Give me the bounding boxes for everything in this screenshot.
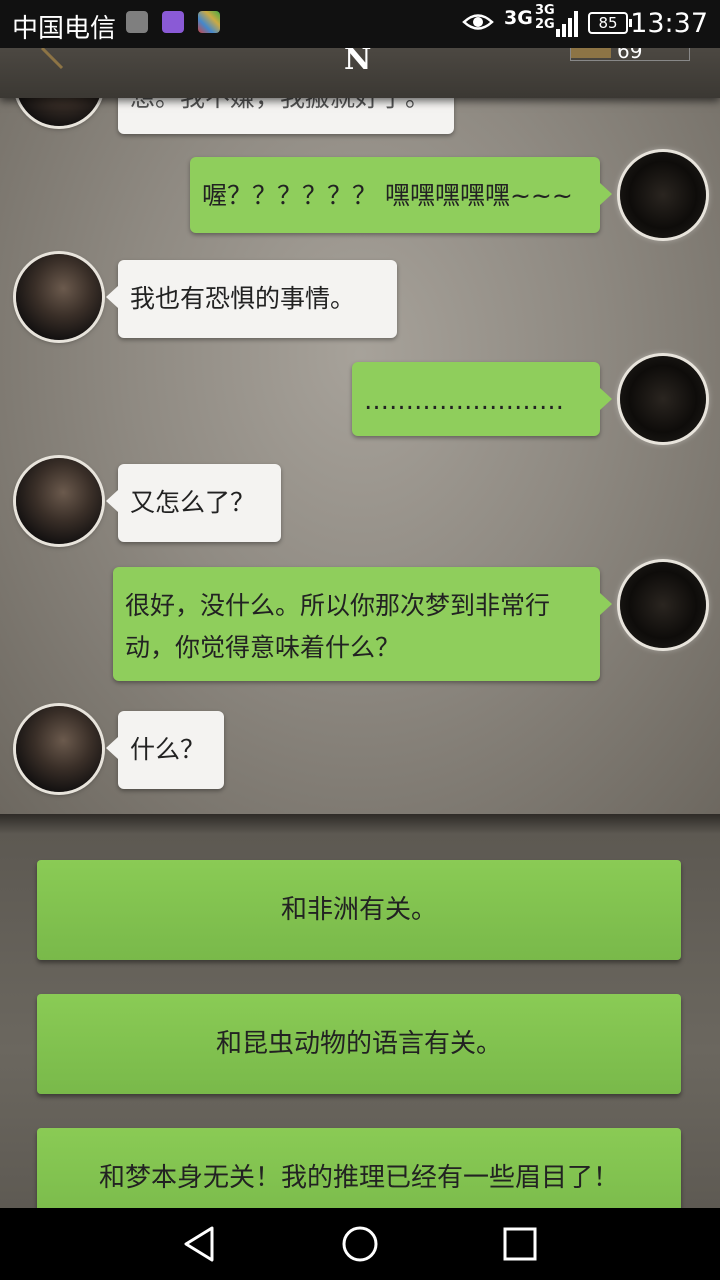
message-bubble: 我也有恐惧的事情。	[106, 260, 397, 338]
message-bubble: 很好，没什么。所以你那次梦到非常行动，你觉得意味着什么？	[113, 567, 612, 681]
carrier-label: 中国电信	[12, 14, 117, 44]
avatar	[620, 562, 706, 648]
chat-area[interactable]: 想。我不嫌，我搬就好了。 喔？？？？？？ 嘿嘿嘿嘿嘿~~~ 我也有恐惧的事情。 …	[0, 48, 720, 814]
avatar	[16, 458, 102, 544]
network-type: 3G	[504, 7, 533, 29]
navigation-bar	[0, 1208, 720, 1280]
reply-option[interactable]: 和昆虫动物的语言有关。	[37, 994, 681, 1094]
reply-option[interactable]: 和非洲有关。	[37, 860, 681, 960]
message-bubble: 喔？？？？？？ 嘿嘿嘿嘿嘿~~~	[190, 157, 612, 233]
message-bubble: ……………………	[352, 362, 612, 436]
battery-icon: 85	[588, 12, 632, 34]
app-notification-icon	[198, 11, 220, 33]
status-bar: 中国电信 3G 3G 2G 85 13:37	[0, 0, 720, 48]
score-bar: 69	[570, 40, 690, 62]
signal-bars-icon	[556, 11, 578, 37]
avatar	[620, 152, 706, 238]
back-icon[interactable]	[40, 48, 70, 70]
reply-options-panel: 和非洲有关。 和昆虫动物的语言有关。 和梦本身无关！我的推理已经有一些眉目了！	[0, 814, 720, 1228]
score-fill	[571, 48, 611, 58]
avatar	[16, 254, 102, 340]
message-bubble: 又怎么了？	[106, 464, 281, 542]
home-circle-icon[interactable]	[340, 1224, 380, 1264]
recents-square-icon[interactable]	[500, 1224, 540, 1264]
message-notification-icon	[162, 11, 184, 33]
back-arrow-icon[interactable]	[180, 1224, 220, 1264]
avatar	[620, 356, 706, 442]
eye-comfort-icon	[462, 14, 494, 30]
avatar	[16, 706, 102, 792]
message-bubble: 什么？	[106, 711, 224, 789]
clock: 13:37	[630, 8, 708, 39]
dual-sim-label: 3G 2G	[535, 3, 555, 32]
app-header: N 69	[0, 40, 720, 98]
gallery-notification-icon	[126, 11, 148, 33]
